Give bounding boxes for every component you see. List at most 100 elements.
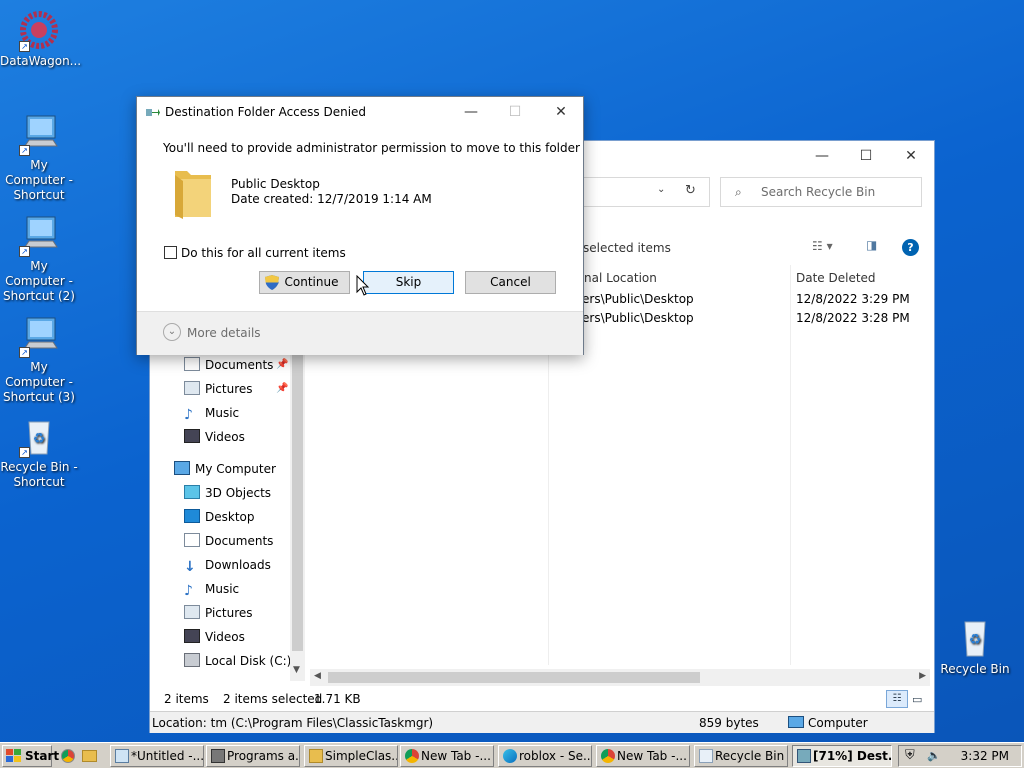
desktop-icon-my-computer-shortcut[interactable]: ↗ My Computer - Shortcut [0,112,78,203]
desktop-icon-my-computer-shortcut-2[interactable]: ↗ My Computer - Shortcut (2) [0,213,78,304]
taskbar: Start *Untitled -... Programs a... Simpl… [0,742,1024,768]
content-horizontal-scrollbar[interactable]: ◀ ▶ [310,669,930,686]
nav-item-videos-quick[interactable]: Videos [184,426,245,448]
apply-all-checkbox[interactable] [164,246,177,259]
datawagon-icon: ↗ [17,8,61,52]
nav-item-3d-objects[interactable]: 3D Objects [184,482,271,504]
desktop-icon-my-computer-shortcut-3[interactable]: ↗ My Computer - Shortcut (3) [0,314,78,405]
refresh-icon[interactable]: ↻ [685,183,696,198]
nav-item-my-computer[interactable]: My Computer [174,458,276,480]
chevron-down-icon[interactable]: ⌄ [657,184,665,195]
svg-text:♻: ♻ [33,431,46,447]
continue-button[interactable]: Continue [259,271,350,294]
download-arrow-icon: ↓ [184,559,196,575]
more-details-link[interactable]: More details [187,326,261,340]
column-header-location[interactable]: nal Location [584,267,657,289]
scroll-left-icon[interactable]: ◀ [314,671,321,681]
monitor-icon: ↗ [17,213,61,257]
desktop-icon-label: DataWagon... [0,54,82,68]
shortcut-arrow-icon: ↗ [19,145,30,156]
desktop-icon-label: My Computer - Shortcut [5,158,73,202]
dialog-titlebar[interactable]: Destination Folder Access Denied — ☐ ✕ [137,97,583,127]
large-icons-view-icon[interactable]: ▭ [912,690,922,710]
preview-pane-icon[interactable]: ◨ [866,238,877,252]
shortcut-arrow-icon: ↗ [19,447,30,458]
computer-label: Computer [808,716,868,730]
nav-item-videos[interactable]: Videos [184,626,245,648]
taskbar-button-move-progress[interactable]: [71%] Dest... [792,745,892,767]
nav-item-music-quick[interactable]: ♪ Music [184,402,239,424]
address-bar[interactable]: ⌄ ↻ [580,177,710,207]
nav-item-pictures-quick[interactable]: Pictures 📌 [184,378,288,400]
nav-item-local-disk[interactable]: Local Disk (C:) [184,650,291,672]
music-icon: ♪ [184,407,193,423]
computer-icon [788,716,804,728]
folder-icon[interactable] [82,750,97,762]
taskbar-button-programs[interactable]: Programs a... [206,745,300,767]
search-input[interactable]: ⌕ Search Recycle Bin [720,177,922,207]
close-button[interactable]: ✕ [895,145,927,167]
folder-name: Public Desktop [231,177,320,191]
close-button[interactable]: ✕ [545,101,577,123]
row-2-date[interactable]: 12/8/2022 3:28 PM [796,309,910,327]
svg-text:♻: ♻ [969,632,982,648]
scroll-right-icon[interactable]: ▶ [919,671,926,681]
view-options-icon[interactable]: ☷ ▾ [812,239,833,253]
taskbar-button-notepad[interactable]: *Untitled -... [110,745,204,767]
move-files-icon [797,749,811,763]
nav-scrollbar[interactable]: ▼ [290,351,305,681]
pictures-icon [184,381,200,395]
cancel-button[interactable]: Cancel [465,271,556,294]
minimize-button[interactable]: — [806,145,838,167]
dialog-title: Destination Folder Access Denied [165,105,367,119]
column-header-date-deleted[interactable]: Date Deleted [796,267,876,289]
pin-icon[interactable]: 📌 [276,354,288,376]
chrome-icon[interactable] [61,749,75,763]
desktop-icon-recycle-bin-shortcut[interactable]: ♻ ↗ Recycle Bin - Shortcut [0,414,78,490]
pin-icon[interactable]: 📌 [276,378,288,400]
nav-item-desktop[interactable]: Desktop [184,506,255,528]
scrollbar-thumb[interactable] [328,672,700,683]
scroll-down-icon[interactable]: ▼ [293,665,300,675]
clock[interactable]: 3:32 PM [961,749,1009,763]
access-denied-dialog[interactable]: Destination Folder Access Denied — ☐ ✕ Y… [136,96,584,355]
maximize-button[interactable]: ☐ [850,145,882,167]
apply-all-checkbox-label[interactable]: Do this for all current items [181,246,346,260]
desktop-icon-datawagon[interactable]: ↗ DataWagon... [0,8,82,69]
monitor-icon: ↗ [17,112,61,156]
nav-item-downloads[interactable]: ↓ Downloads [184,554,271,576]
row-1-location[interactable]: ers\Public\Desktop [582,290,694,308]
start-button[interactable]: Start [2,745,59,767]
security-shield-icon[interactable]: ⛨ [905,748,915,763]
help-icon[interactable]: ? [902,239,919,256]
row-2-location[interactable]: ers\Public\Desktop [582,309,694,327]
scrollbar-thumb[interactable] [292,351,303,651]
column-divider [790,265,791,665]
row-1-date[interactable]: 12/8/2022 3:29 PM [796,290,910,308]
details-view-icon[interactable]: ☷ [886,690,908,708]
windows-logo-icon [6,749,21,763]
expand-details-icon[interactable]: ⌄ [163,323,181,341]
system-tray: ⛨ 🔈 3:32 PM [898,745,1022,767]
nav-item-documents[interactable]: Documents [184,530,273,552]
desktop-icon-recycle-bin[interactable]: ♻ Recycle Bin [936,616,1014,677]
chrome-icon [601,749,615,763]
command-label: selected items [583,241,671,255]
selected-count: 2 items selected [223,692,323,706]
cube-icon [184,485,200,499]
nav-item-pictures[interactable]: Pictures [184,602,253,624]
taskbar-button-simpleclassic[interactable]: SimpleClas... [304,745,398,767]
edge-icon [503,749,517,763]
volume-icon[interactable]: 🔈 [927,749,941,762]
nav-item-documents-quick[interactable]: Documents 📌 [184,354,288,376]
move-files-icon [146,107,160,118]
taskbar-button-new-tab-2[interactable]: New Tab -... [596,745,690,767]
taskbar-button-roblox[interactable]: roblox - Se... [498,745,592,767]
taskbar-button-new-tab-1[interactable]: New Tab -... [400,745,494,767]
document-icon [184,357,200,371]
monitor-icon: ↗ [17,314,61,358]
minimize-button[interactable]: — [455,101,487,123]
skip-button[interactable]: Skip [363,271,454,294]
taskbar-button-recycle-bin[interactable]: Recycle Bin [694,745,788,767]
nav-item-music[interactable]: ♪ Music [184,578,239,600]
